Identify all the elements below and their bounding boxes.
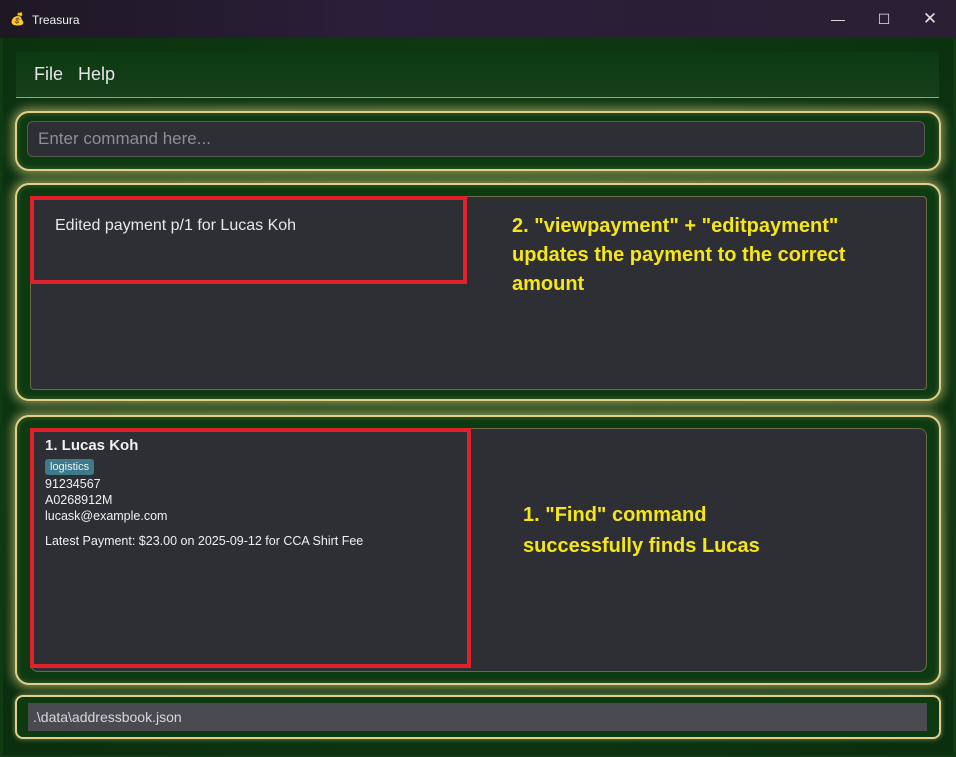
window-title: Treasura — [32, 13, 80, 27]
result-annotation-line: 2. "viewpayment" + "editpayment" — [512, 215, 839, 237]
menu-bar: File Help — [16, 52, 939, 98]
app-window: 💰 Treasura — ☐ ✕ File Help Edited paymen… — [0, 0, 956, 757]
result-annotation-line: updates the payment to the correct — [512, 244, 846, 266]
command-input[interactable] — [27, 121, 925, 157]
close-button[interactable]: ✕ — [907, 0, 953, 38]
command-panel — [15, 111, 941, 171]
minimize-button[interactable]: — — [815, 0, 861, 38]
menu-help[interactable]: Help — [78, 64, 115, 85]
status-bar-path: .\data\addressbook.json — [28, 703, 927, 731]
title-bar: 💰 Treasura — ☐ ✕ — [0, 0, 956, 38]
money-bag-icon: 💰 — [10, 12, 25, 26]
result-annotation: 2. "viewpayment" + "editpayment" updates… — [512, 212, 845, 299]
person-card-highlight-box — [30, 428, 471, 668]
maximize-button[interactable]: ☐ — [861, 0, 907, 38]
result-highlight-box — [30, 196, 467, 284]
list-annotation-line: 1. "Find" command — [523, 504, 707, 526]
status-panel: .\data\addressbook.json — [15, 695, 941, 739]
result-annotation-line: amount — [512, 273, 585, 295]
menu-file[interactable]: File — [34, 64, 63, 85]
list-annotation-line: successfully finds Lucas — [523, 535, 760, 557]
list-annotation: 1. "Find" command successfully finds Luc… — [523, 500, 760, 562]
